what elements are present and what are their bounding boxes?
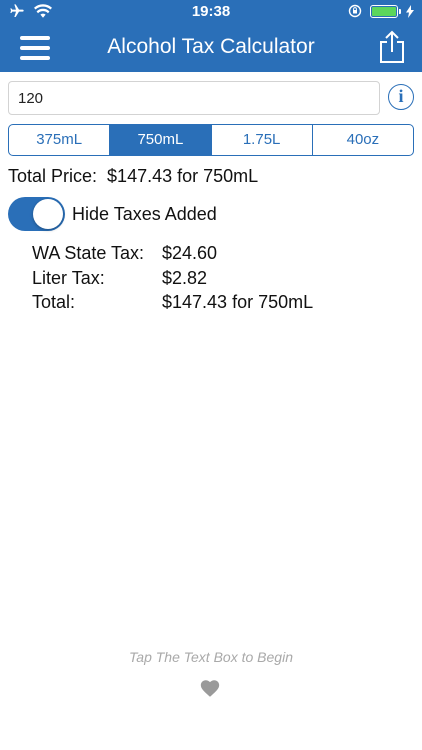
hide-taxes-toggle[interactable] (8, 197, 65, 231)
tax-breakdown: WA State Tax: $24.60 Liter Tax: $2.82 To… (32, 241, 313, 315)
info-icon[interactable]: i (388, 84, 414, 110)
navigation-bar: Alcohol Tax Calculator (0, 24, 422, 72)
toggle-knob (33, 199, 63, 229)
status-bar: 19:38 (0, 0, 422, 24)
size-option-750ml[interactable]: 750mL (110, 125, 212, 155)
battery-icon (370, 4, 401, 18)
price-input-row: i (8, 81, 414, 115)
app-title: Alcohol Tax Calculator (107, 35, 315, 58)
tax-row-value: $2.82 (162, 267, 208, 288)
price-input[interactable] (8, 81, 380, 115)
size-option-40oz[interactable]: 40oz (313, 125, 413, 155)
size-option-1-75l[interactable]: 1.75L (212, 125, 313, 155)
share-icon[interactable] (378, 30, 406, 64)
total-price-line: Total Price: $147.43 for 750mL (8, 166, 258, 187)
begin-hint: Tap The Text Box to Begin (129, 649, 293, 665)
hide-taxes-label: Hide Taxes Added (72, 203, 217, 224)
tax-row: WA State Tax: $24.60 (32, 241, 313, 266)
size-segmented-control: 375mL 750mL 1.75L 40oz (8, 124, 414, 156)
tax-row-label: Liter Tax: (32, 267, 105, 288)
hide-taxes-row: Hide Taxes Added (8, 196, 217, 232)
heart-icon[interactable] (200, 678, 220, 698)
tax-row: Liter Tax: $2.82 (32, 266, 313, 291)
size-option-375ml[interactable]: 375mL (9, 125, 111, 155)
tax-row-label: WA State Tax: (32, 243, 145, 263)
orientation-lock-icon (348, 4, 362, 18)
total-price-value: $147.43 for 750mL (107, 166, 259, 186)
tax-row-value: $147.43 for 750mL (162, 292, 314, 312)
charging-bolt-icon (406, 4, 414, 18)
total-price-label: Total Price: (8, 166, 98, 186)
tax-row-value: $24.60 (162, 243, 218, 263)
top-bar: 19:38 Alcohol Tax Calculator (0, 0, 422, 72)
tax-row: Total: $147.43 for 750mL (32, 290, 313, 315)
tax-row-label: Total: (32, 292, 76, 312)
